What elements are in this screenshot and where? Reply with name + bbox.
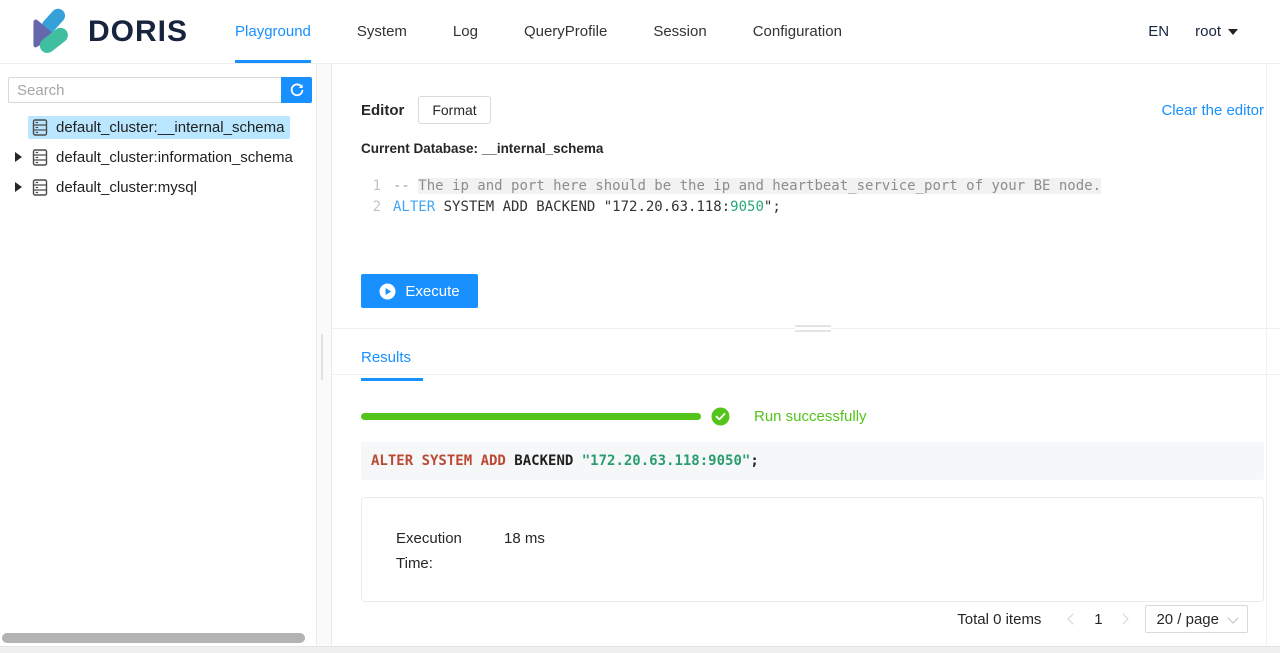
panel-splitter-vertical[interactable]: [317, 64, 331, 646]
current-database-value: __internal_schema: [482, 141, 604, 156]
current-database-label: Current Database:: [361, 141, 478, 156]
total-items-text: Total 0 items: [957, 611, 1041, 628]
editor-header: Editor Format Clear the editor: [361, 96, 1264, 124]
tree-item-information-schema[interactable]: default_cluster:information_schema: [0, 142, 316, 172]
search-input[interactable]: [8, 77, 281, 103]
database-icon: [32, 179, 48, 196]
executed-sql-echo: ALTER SYSTEM ADD BACKEND "172.20.63.118:…: [361, 442, 1264, 480]
splitter-grip: [321, 334, 323, 380]
comment-text: The ip and port here should be the ip an…: [418, 178, 1101, 194]
database-tree: default_cluster:__internal_schema defaul…: [0, 112, 316, 202]
navbar-right: EN root: [1148, 23, 1238, 40]
nav-item-session[interactable]: Session: [630, 0, 729, 64]
run-status-text: Run successfully: [754, 408, 867, 425]
execution-time-label: Execution Time:: [396, 526, 476, 601]
chevron-down-icon: [1227, 612, 1238, 623]
pagination: Total 0 items 1 20 / page: [957, 605, 1248, 633]
nav-item-queryprofile[interactable]: QueryProfile: [501, 0, 630, 64]
user-menu[interactable]: root: [1195, 23, 1238, 40]
line-number: 2: [361, 197, 381, 218]
database-icon: [32, 149, 48, 166]
database-icon: [32, 119, 48, 136]
expand-icon[interactable]: [15, 152, 22, 162]
main-nav: Playground System Log QueryProfile Sessi…: [212, 0, 865, 64]
nav-item-log[interactable]: Log: [430, 0, 501, 64]
search-row: [8, 77, 312, 103]
execution-time-value: 18 ms: [504, 526, 545, 601]
results-tabbar: Results: [361, 343, 1264, 385]
execute-button[interactable]: Execute: [361, 274, 478, 308]
doris-logo-icon: [26, 6, 78, 58]
nav-item-playground[interactable]: Playground: [212, 0, 334, 64]
format-button[interactable]: Format: [418, 96, 490, 124]
brand[interactable]: DORIS: [26, 6, 188, 58]
tab-results[interactable]: Results: [361, 349, 411, 366]
nav-item-system[interactable]: System: [334, 0, 430, 64]
top-navbar: DORIS Playground System Log QueryProfile…: [0, 0, 1280, 64]
prev-page-button[interactable]: [1061, 606, 1085, 632]
nav-item-configuration[interactable]: Configuration: [730, 0, 865, 64]
clear-editor-link[interactable]: Clear the editor: [1161, 102, 1264, 119]
language-toggle[interactable]: EN: [1148, 23, 1169, 40]
page-size-select[interactable]: 20 / page: [1145, 605, 1248, 633]
sidebar-horizontal-scrollbar[interactable]: [2, 633, 305, 643]
chevron-left-icon: [1068, 613, 1079, 624]
page-bottom-strip: [0, 646, 1280, 653]
line-number: 1: [361, 176, 381, 197]
execution-time-card: Execution Time: 18 ms: [361, 497, 1264, 602]
current-database: Current Database: __internal_schema: [361, 141, 1264, 156]
progress-bar: [361, 413, 701, 420]
tree-item-label: default_cluster:information_schema: [56, 149, 293, 166]
current-page[interactable]: 1: [1085, 611, 1111, 628]
refresh-icon: [289, 82, 305, 98]
editor-line-2: 2 ALTER SYSTEM ADD BACKEND "172.20.63.11…: [361, 197, 1264, 218]
tree-item-mysql[interactable]: default_cluster:mysql: [0, 172, 316, 202]
run-status-row: Run successfully: [361, 407, 1264, 426]
splitter-grip: [795, 325, 831, 332]
tree-item-internal-schema[interactable]: default_cluster:__internal_schema: [0, 112, 316, 142]
tree-item-label: default_cluster:mysql: [56, 179, 197, 196]
database-sidebar: default_cluster:__internal_schema defaul…: [0, 64, 316, 646]
editor-line-1: 1 -- The ip and port here should be the …: [361, 176, 1264, 197]
panel-splitter-horizontal[interactable]: [361, 325, 1264, 333]
refresh-button[interactable]: [281, 77, 312, 103]
brand-text: DORIS: [88, 15, 188, 49]
user-name: root: [1195, 23, 1221, 40]
active-tab-underline: [235, 60, 311, 63]
main-panel: Editor Format Clear the editor Current D…: [331, 64, 1280, 646]
sql-editor[interactable]: 1 -- The ip and port here should be the …: [361, 176, 1264, 218]
tree-item-label: default_cluster:__internal_schema: [56, 119, 284, 136]
user-caret-icon: [1228, 29, 1238, 35]
scroll-gutter: [1266, 64, 1267, 646]
expand-icon[interactable]: [15, 182, 22, 192]
next-page-button[interactable]: [1111, 606, 1135, 632]
editor-title: Editor: [361, 102, 404, 119]
play-icon: [379, 283, 396, 300]
success-check-icon: [711, 407, 730, 426]
results-tab-underline: [361, 378, 423, 381]
chevron-right-icon: [1118, 613, 1129, 624]
